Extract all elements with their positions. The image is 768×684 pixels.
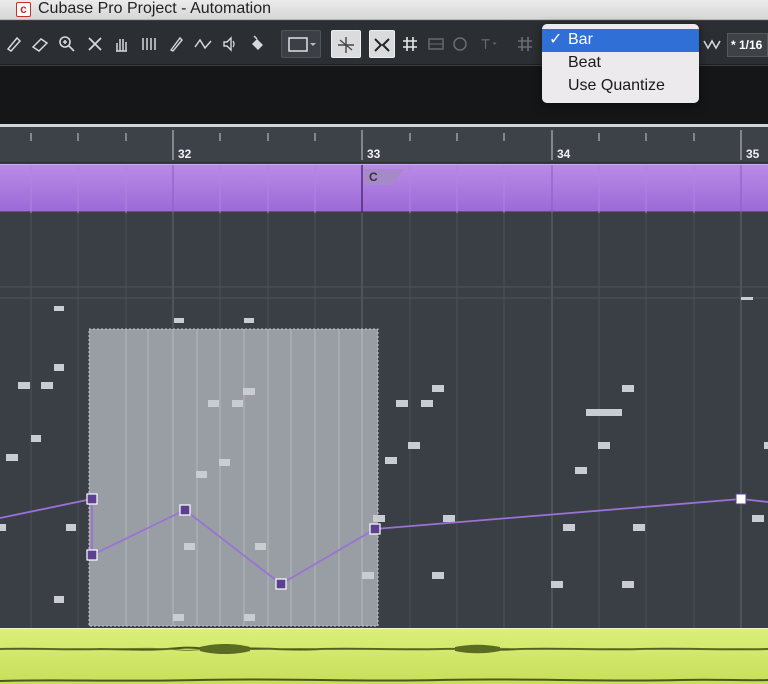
draw-pencil-icon[interactable] — [166, 33, 186, 55]
bar-number: 32 — [178, 147, 192, 161]
grid-icon[interactable] — [400, 33, 420, 55]
menu-item-beat[interactable]: Beat — [542, 52, 699, 75]
bar-number: 35 — [746, 147, 760, 161]
grid-type-icon[interactable] — [515, 33, 535, 55]
auto-scroll-button[interactable] — [369, 30, 395, 58]
hand-icon[interactable] — [111, 33, 131, 55]
checkmark-icon: ✓ — [549, 31, 563, 48]
window-title: Cubase Pro Project - Automation — [38, 0, 272, 17]
automation-editor[interactable] — [0, 213, 768, 628]
title-bar: c Cubase Pro Project - Automation — [0, 0, 768, 20]
menu-item-label: Use Quantize — [568, 77, 665, 94]
marker-label: C — [369, 170, 378, 184]
audio-waveform — [0, 644, 768, 682]
snap-to-zero-button[interactable] — [331, 30, 361, 58]
timeline-ruler[interactable]: 32 33 34 35 — [0, 127, 768, 163]
zoom-icon[interactable] — [57, 33, 77, 55]
color-bucket-icon[interactable] — [247, 33, 267, 55]
bar-number: 34 — [557, 147, 571, 161]
quantize-wave-icon[interactable] — [702, 33, 722, 55]
speaker-icon[interactable] — [220, 33, 240, 55]
ruler-ticks — [30, 130, 742, 160]
tuning-fork-icon[interactable] — [474, 33, 504, 55]
part-grid-icon[interactable] — [426, 33, 446, 55]
menu-item-bar[interactable]: ✓ Bar — [542, 29, 699, 52]
line-tool-icon[interactable] — [193, 33, 213, 55]
menu-item-label: Bar — [568, 31, 593, 48]
erase-icon[interactable] — [85, 33, 105, 55]
cubase-app-icon: c — [16, 2, 31, 17]
part-border-dropdown[interactable] — [281, 30, 321, 58]
audio-event[interactable] — [0, 628, 768, 684]
grid-type-menu: ✓ Bar Beat Use Quantize — [542, 24, 699, 103]
cycle-icon[interactable] — [450, 33, 470, 55]
split-icon[interactable] — [139, 33, 159, 55]
marker-track[interactable]: C — [0, 164, 768, 213]
menu-item-use-quantize[interactable]: Use Quantize — [542, 75, 699, 98]
editor-canvas — [0, 213, 768, 628]
select-tool-icon[interactable] — [4, 33, 24, 55]
range-tool-icon[interactable] — [30, 33, 50, 55]
quantize-value-dropdown[interactable]: * 1/16 — [727, 33, 768, 57]
bar-number: 33 — [367, 147, 381, 161]
menu-item-label: Beat — [568, 54, 601, 71]
